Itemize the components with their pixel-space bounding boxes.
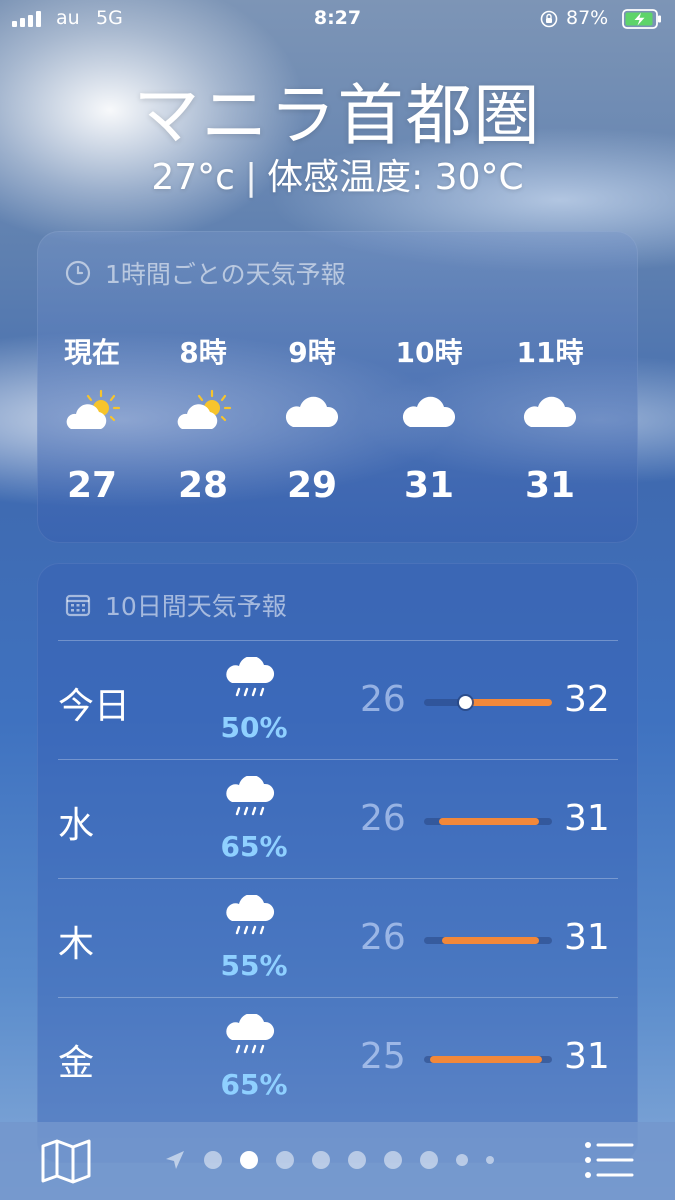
calendar-icon [65,594,91,617]
temp-range-bar [424,1056,552,1063]
battery-charging-icon [622,9,661,29]
current-conditions: 27°c | 体感温度: 30°C [0,148,675,200]
hour-temp: 28 [177,465,229,506]
high-temp: 31 [564,1036,610,1077]
rain-icon [226,895,274,935]
low-temp: 25 [360,1036,406,1077]
hour-temp: 31 [524,465,576,506]
page-dot [456,1154,468,1166]
current-temp-dot [458,696,472,709]
hour-label: 現在 [63,336,120,369]
clock-icon [65,260,91,286]
low-temp: 26 [360,917,406,958]
city-name: マニラ首都圏 [133,77,542,154]
rain-icon [226,776,274,816]
partly-cloudy-icon [177,389,232,429]
page-dot [420,1151,438,1169]
partly-cloudy-icon [66,389,121,429]
rain-icon [226,1014,274,1054]
low-temp: 26 [360,679,406,720]
daily-title: 10日間天気予報 [105,592,287,621]
page-dot-active [240,1151,258,1169]
hour-item: 8時 28 [148,331,258,506]
hour-item: 9時 29 [257,331,367,506]
hour-temp: 31 [403,465,455,506]
hour-temp: 29 [286,465,338,506]
hour-item: 10時 31 [374,331,484,506]
daily-header: 10日間天気予報 [65,587,287,623]
hour-label: 11時 [516,336,584,369]
precip-chance: 50% [220,711,288,744]
ten-day-forecast-card[interactable]: 10日間天気予報 今日 50% 26 32 水 65% 26 31 木 55% 26 31 金 65% 25… [37,563,638,1163]
hourly-header: 1時間ごとの天気予報 [65,255,346,291]
temp-range-bar [424,937,552,944]
page-dot [486,1156,494,1164]
cloud-icon [523,396,577,427]
day-label: 今日 [58,686,131,727]
temp-range-bar [424,818,552,825]
location-arrow-icon [166,1151,184,1169]
hour-label: 10時 [395,336,463,369]
daily-row: 今日 50% 26 32 [58,640,618,760]
high-temp: 31 [564,798,610,839]
day-label: 金 [58,1043,95,1084]
temp-range-fill [459,699,552,706]
feels-like: 体感温度: 30°C [267,157,524,198]
daily-row: 水 65% 26 31 [58,759,618,879]
city-list-icon[interactable] [584,1140,634,1180]
battery-percent: 87% [566,7,609,29]
precip-chance: 65% [220,1068,288,1101]
hour-item: 11時 31 [495,331,605,506]
hour-label: 8時 [179,336,227,369]
page-dot [384,1151,402,1169]
current-temp: 27°c [151,157,235,198]
separator: | [244,157,258,198]
rotation-lock-icon [540,10,558,28]
precip-chance: 55% [220,949,288,982]
precip-chance: 65% [220,830,288,863]
day-label: 水 [58,805,95,846]
high-temp: 32 [564,679,610,720]
status-bar: au 5G 8:27 87% [0,0,675,38]
page-dot [312,1151,330,1169]
temp-range-bar [424,696,552,709]
bottom-toolbar [0,1122,675,1200]
page-dot [204,1151,222,1169]
rain-icon [226,657,274,697]
temp-range-fill [430,1056,542,1063]
temp-range-fill [439,818,540,825]
high-temp: 31 [564,917,610,958]
temp-range-fill [441,937,540,944]
hourly-title: 1時間ごとの天気予報 [105,260,346,289]
low-temp: 26 [360,798,406,839]
cloud-icon [285,396,339,427]
daily-row: 木 55% 26 31 [58,878,618,998]
hourly-forecast-card[interactable]: 1時間ごとの天気予報 現在 27 8時 28 9時 29 10時 31 11時 … [37,231,638,543]
page-dot [348,1151,366,1169]
hour-temp: 27 [66,465,118,506]
daily-row: 金 65% 25 31 [58,997,618,1117]
page-dot [276,1151,294,1169]
map-icon[interactable] [40,1138,92,1184]
hour-item: 現在 27 [37,331,147,506]
cloud-icon [402,396,456,427]
hour-label: 9時 [288,336,336,369]
page-indicator[interactable] [164,1150,494,1170]
day-label: 木 [58,924,95,965]
